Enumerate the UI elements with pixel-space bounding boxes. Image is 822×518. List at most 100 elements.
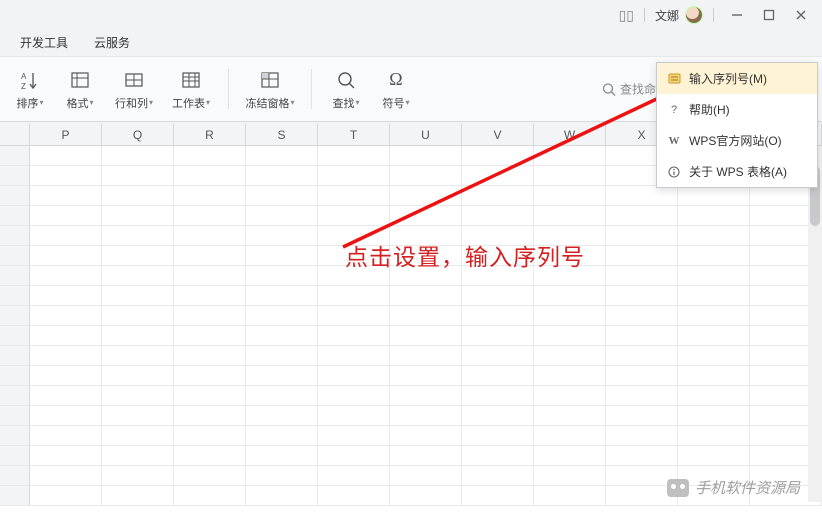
cell[interactable] xyxy=(174,186,246,205)
cell[interactable] xyxy=(102,326,174,345)
cell[interactable] xyxy=(534,446,606,465)
cell[interactable] xyxy=(174,486,246,505)
cell[interactable] xyxy=(30,326,102,345)
cell[interactable] xyxy=(462,466,534,485)
cell[interactable] xyxy=(678,306,750,325)
cell[interactable] xyxy=(246,466,318,485)
cell[interactable] xyxy=(678,326,750,345)
cell[interactable] xyxy=(534,386,606,405)
cell[interactable] xyxy=(390,286,462,305)
cell[interactable] xyxy=(30,306,102,325)
cell[interactable] xyxy=(534,486,606,505)
cell[interactable] xyxy=(606,346,678,365)
cell[interactable] xyxy=(534,406,606,425)
cell[interactable] xyxy=(606,186,678,205)
cell[interactable] xyxy=(102,446,174,465)
cell[interactable] xyxy=(30,386,102,405)
cell[interactable] xyxy=(390,146,462,165)
cell[interactable] xyxy=(462,306,534,325)
cell[interactable] xyxy=(606,246,678,265)
cell[interactable] xyxy=(246,446,318,465)
cell[interactable] xyxy=(102,146,174,165)
minimize-button[interactable] xyxy=(724,5,750,25)
cell[interactable] xyxy=(30,146,102,165)
cell[interactable] xyxy=(174,466,246,485)
cell[interactable] xyxy=(318,486,390,505)
cell[interactable] xyxy=(102,166,174,185)
cell[interactable] xyxy=(534,286,606,305)
cell[interactable] xyxy=(174,426,246,445)
worksheet-button[interactable]: 工作表▾ xyxy=(166,61,216,117)
cell[interactable] xyxy=(390,386,462,405)
tab-dev-tools[interactable]: 开发工具 xyxy=(8,29,80,56)
column-header[interactable]: T xyxy=(318,124,390,145)
column-header[interactable]: R xyxy=(174,124,246,145)
cell[interactable] xyxy=(606,386,678,405)
cell[interactable] xyxy=(318,306,390,325)
cell[interactable] xyxy=(318,166,390,185)
sort-button[interactable]: AZ 排序▾ xyxy=(8,61,52,117)
cell[interactable] xyxy=(246,246,318,265)
menu-item-website[interactable]: W WPS官方网站(O) xyxy=(657,125,817,156)
cell[interactable] xyxy=(390,486,462,505)
cell[interactable] xyxy=(318,406,390,425)
cell[interactable] xyxy=(318,446,390,465)
cell[interactable] xyxy=(174,226,246,245)
cell[interactable] xyxy=(390,406,462,425)
cell[interactable] xyxy=(318,206,390,225)
cell[interactable] xyxy=(174,146,246,165)
window-layout-icon[interactable]: ▯▯ xyxy=(619,7,634,24)
cell[interactable] xyxy=(534,366,606,385)
column-header[interactable]: U xyxy=(390,124,462,145)
cell[interactable] xyxy=(174,446,246,465)
cell[interactable] xyxy=(246,286,318,305)
cell[interactable] xyxy=(462,386,534,405)
cell[interactable] xyxy=(318,366,390,385)
cell[interactable] xyxy=(534,466,606,485)
cell[interactable] xyxy=(534,346,606,365)
cell[interactable] xyxy=(462,206,534,225)
cell[interactable] xyxy=(102,286,174,305)
cell[interactable] xyxy=(30,246,102,265)
cell[interactable] xyxy=(606,266,678,285)
cell[interactable] xyxy=(174,386,246,405)
cell[interactable] xyxy=(30,226,102,245)
cell[interactable] xyxy=(30,166,102,185)
cell[interactable] xyxy=(390,426,462,445)
cell[interactable] xyxy=(318,146,390,165)
cell[interactable] xyxy=(534,186,606,205)
vertical-scrollbar[interactable] xyxy=(808,146,822,502)
cell[interactable] xyxy=(102,226,174,245)
tab-cloud[interactable]: 云服务 xyxy=(82,29,142,56)
cell[interactable] xyxy=(174,326,246,345)
cell[interactable] xyxy=(390,466,462,485)
cell[interactable] xyxy=(462,486,534,505)
cell[interactable] xyxy=(30,406,102,425)
cell[interactable] xyxy=(318,186,390,205)
cell[interactable] xyxy=(174,366,246,385)
cell[interactable] xyxy=(30,186,102,205)
rowcol-button[interactable]: 行和列▾ xyxy=(108,61,160,117)
cell[interactable] xyxy=(390,306,462,325)
cell[interactable] xyxy=(390,166,462,185)
cell[interactable] xyxy=(318,326,390,345)
find-button[interactable]: 查找▾ xyxy=(324,61,368,117)
cell[interactable] xyxy=(174,346,246,365)
column-header[interactable]: Q xyxy=(102,124,174,145)
cell[interactable] xyxy=(174,246,246,265)
cell[interactable] xyxy=(318,426,390,445)
cell[interactable] xyxy=(246,346,318,365)
cell[interactable] xyxy=(462,186,534,205)
cell[interactable] xyxy=(678,446,750,465)
cell[interactable] xyxy=(606,326,678,345)
maximize-button[interactable] xyxy=(756,5,782,25)
cell[interactable] xyxy=(606,206,678,225)
cell[interactable] xyxy=(678,366,750,385)
cell[interactable] xyxy=(462,146,534,165)
cell[interactable] xyxy=(246,146,318,165)
user-avatar[interactable] xyxy=(685,6,703,24)
cell[interactable] xyxy=(30,266,102,285)
cell[interactable] xyxy=(390,446,462,465)
cell[interactable] xyxy=(606,406,678,425)
cell[interactable] xyxy=(246,326,318,345)
